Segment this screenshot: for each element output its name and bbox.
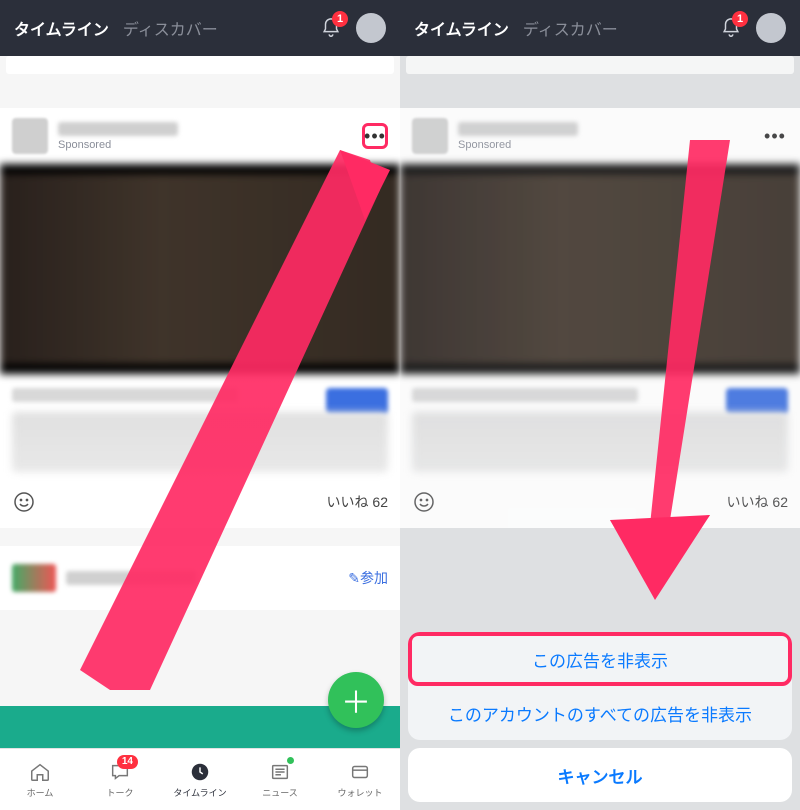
card-peek [406,56,794,74]
post-more-button[interactable]: ••• [762,123,788,149]
notif-badge: 1 [332,11,348,27]
app-header: タイムライン ディスカバー 1 [0,0,400,56]
sponsored-post: Sponsored ••• いいね 62 [0,108,400,528]
next-thumb-blur [12,564,56,592]
post-author-blur [58,122,178,136]
post-text-blur [412,412,788,472]
likes-count: いいね 62 [327,492,388,512]
post-media[interactable] [0,164,400,374]
talk-badge: 14 [117,755,138,769]
tab-news[interactable]: ニュース [240,749,320,810]
sponsored-label: Sponsored [58,139,178,151]
bottom-tabbar: ホーム 14 トーク タイムライン ニュース ウォレット [0,748,400,810]
sheet-cancel[interactable]: キャンセル [408,748,792,802]
profile-avatar[interactable] [356,13,386,43]
post-title-blur [412,388,638,402]
sponsored-label: Sponsored [458,139,578,151]
smile-icon[interactable] [412,490,436,514]
screenshot-left: タイムライン ディスカバー 1 Sponsored ••• [0,0,400,810]
tab-discover[interactable]: ディスカバー [523,16,618,40]
bell-icon[interactable]: 1 [320,17,342,39]
tab-home[interactable]: ホーム [0,749,80,810]
post-avatar [412,118,448,154]
news-dot [287,757,294,764]
cta-button-blur[interactable] [326,388,388,414]
post-avatar [12,118,48,154]
sheet-hide-all-ads[interactable]: このアカウントのすべての広告を非表示 [408,686,792,740]
post-more-button[interactable]: ••• [362,123,388,149]
card-peek [6,56,394,74]
tab-wallet[interactable]: ウォレット [320,749,400,810]
app-header: タイムライン ディスカバー 1 [400,0,800,56]
tab-timeline[interactable]: タイムライン [14,16,109,40]
tab-timeline[interactable]: タイムライン [414,16,509,40]
bell-icon[interactable]: 1 [720,17,742,39]
join-link[interactable]: ✎参加 [348,568,388,588]
tab-talk[interactable]: 14 トーク [80,749,160,810]
post-title-blur [12,388,238,402]
sponsored-post: Sponsored ••• いいね 62 [400,108,800,528]
action-sheet: この広告を非表示 このアカウントのすべての広告を非表示 キャンセル [408,632,792,802]
likes-count: いいね 62 [727,492,788,512]
smile-icon[interactable] [12,490,36,514]
cta-button-blur[interactable] [726,388,788,414]
tab-discover[interactable]: ディスカバー [123,16,218,40]
compose-fab[interactable]: ＋ [328,672,384,728]
profile-avatar[interactable] [756,13,786,43]
post-author-blur [458,122,578,136]
next-title-blur [66,571,196,585]
sheet-hide-this-ad[interactable]: この広告を非表示 [408,632,792,686]
next-post-card[interactable]: ✎参加 [0,546,400,610]
screenshot-right: タイムライン ディスカバー 1 Sponsored ••• [400,0,800,810]
tab-timeline-bottom[interactable]: タイムライン [160,749,240,810]
post-media[interactable] [400,164,800,374]
notif-badge: 1 [732,11,748,27]
post-text-blur [12,412,388,472]
